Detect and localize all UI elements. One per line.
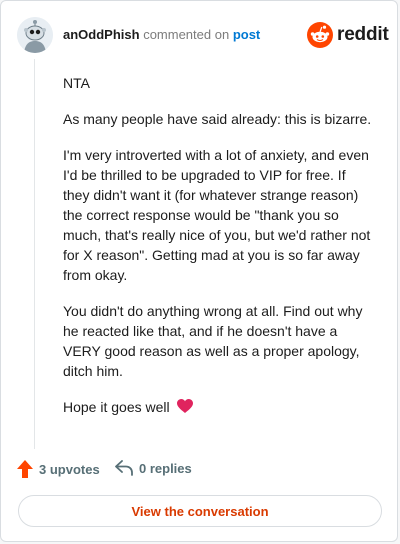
upvote-arrow-icon [17, 460, 33, 478]
post-link[interactable]: post [233, 27, 260, 42]
comment-paragraph: NTA [63, 75, 90, 91]
reddit-wordmark: reddit [337, 24, 389, 45]
comment-header: anOddPhish commented on post reddit [17, 15, 389, 55]
comment-actions: 3 upvotes 0 replies [17, 460, 377, 482]
comment-closing: Hope it goes well [63, 397, 375, 419]
action-text: commented on [143, 27, 230, 42]
upvote-count: 3 upvotes [39, 461, 100, 477]
view-conversation-button[interactable]: View the conversation [18, 495, 382, 527]
reply-arrow-icon [115, 460, 133, 476]
comment-paragraph: I'm very introverted with a lot of anxie… [63, 147, 371, 283]
reply-count: 0 replies [139, 460, 192, 476]
comment-paragraph: As many people have said already: this i… [63, 111, 372, 127]
thread-line[interactable] [34, 59, 35, 449]
reddit-logo[interactable]: reddit [307, 19, 389, 51]
username-link[interactable]: anOddPhish [63, 27, 140, 42]
heart-emoji-icon [176, 399, 193, 419]
upvote-button[interactable]: 3 upvotes [17, 460, 100, 478]
reply-button[interactable]: 0 replies [115, 460, 192, 476]
comment-meta: anOddPhish commented on post [63, 27, 260, 42]
reddit-logo-icon [307, 22, 333, 48]
snoo-avatar-icon [17, 17, 53, 53]
comment-paragraph: You didn't do anything wrong at all. Fin… [63, 303, 363, 379]
closing-text: Hope it goes well [63, 399, 170, 415]
comment-card: anOddPhish commented on post reddit NTA … [0, 0, 398, 542]
comment-body: NTA As many people have said already: th… [63, 73, 375, 435]
avatar[interactable] [17, 17, 53, 53]
